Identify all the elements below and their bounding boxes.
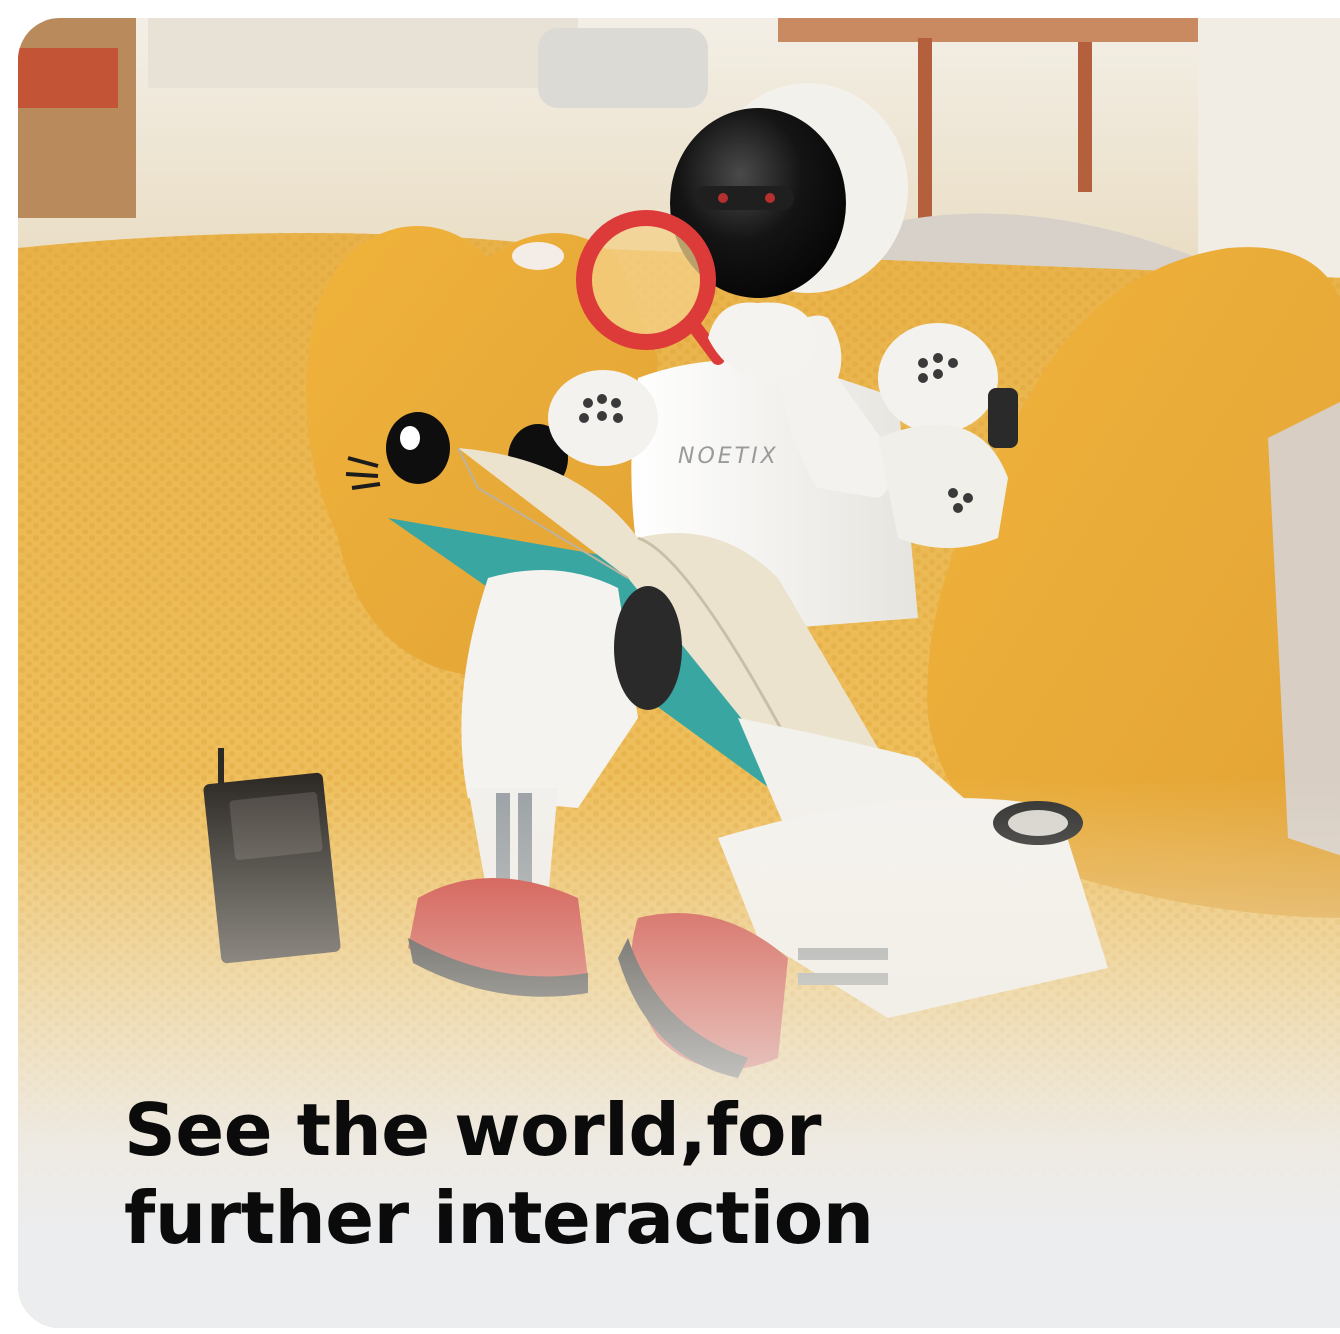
headline-line-1: See the world,for [124,1088,822,1172]
hero-headline: See the world,for further interaction [124,1086,874,1262]
headline-line-2: further interaction [124,1176,874,1260]
hero-card: NOETIX [18,18,1340,1328]
